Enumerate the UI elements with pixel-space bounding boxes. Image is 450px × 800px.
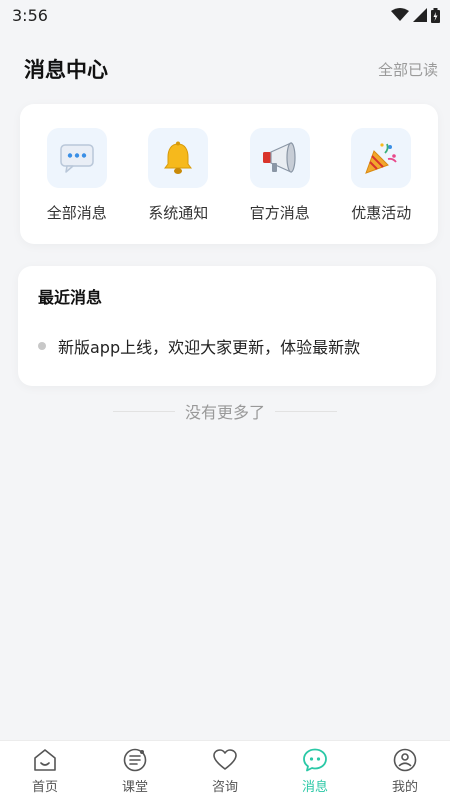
- no-more-indicator: 没有更多了: [0, 398, 450, 424]
- tab-label: 我的: [391, 779, 418, 795]
- tab-label: 首页: [31, 779, 58, 795]
- heart-icon: [212, 747, 238, 773]
- recent-message-text: 新版app上线，欢迎大家更新，体验最新款: [58, 338, 361, 357]
- category-official-messages[interactable]: 官方消息: [235, 128, 325, 223]
- no-more-text: 没有更多了: [184, 403, 265, 422]
- message-category-card: 全部消息 系统通知 官方消息 优惠活动: [20, 104, 438, 244]
- status-icons: [391, 7, 440, 23]
- category-system-notice[interactable]: 系统通知: [133, 128, 223, 223]
- unread-dot: [38, 342, 46, 350]
- divider: [112, 410, 175, 412]
- message-icon: [302, 747, 328, 773]
- category-icon-tile: [148, 128, 209, 188]
- status-time: 3:56: [12, 5, 48, 25]
- battery-icon: [431, 7, 440, 23]
- classroom-icon: [122, 747, 148, 773]
- tab-classroom[interactable]: 课堂: [95, 747, 175, 795]
- megaphone-icon: [262, 142, 296, 173]
- recent-messages-title: 最近消息: [38, 288, 103, 307]
- wifi-icon: [391, 8, 409, 21]
- category-icon-tile: [46, 128, 107, 188]
- chat-bubble-icon: [60, 144, 94, 173]
- page-title: 消息中心: [24, 58, 108, 82]
- tab-messages[interactable]: 消息: [275, 747, 355, 795]
- tab-consult[interactable]: 咨询: [185, 747, 265, 795]
- tab-profile[interactable]: 我的: [365, 747, 445, 795]
- signal-icon: [413, 8, 427, 22]
- divider: [275, 410, 337, 412]
- category-label: 优惠活动: [351, 204, 412, 222]
- category-icon-tile: [249, 128, 310, 188]
- tab-label: 课堂: [121, 779, 148, 795]
- bottom-tab-bar: 首页 课堂 咨询 消息 我的: [0, 740, 450, 800]
- home-icon: [32, 747, 58, 773]
- tab-home[interactable]: 首页: [5, 747, 85, 795]
- list-item[interactable]: 新版app上线，欢迎大家更新，体验最新款: [38, 334, 416, 358]
- profile-icon: [392, 747, 418, 773]
- category-label: 官方消息: [249, 204, 310, 222]
- category-all-messages[interactable]: 全部消息: [32, 128, 122, 223]
- category-promotions[interactable]: 优惠活动: [336, 128, 426, 223]
- mark-all-read-button[interactable]: 全部已读: [378, 59, 438, 80]
- header: 消息中心 全部已读: [0, 44, 450, 94]
- party-popper-icon: [365, 143, 397, 174]
- tab-label: 咨询: [211, 779, 238, 795]
- tab-label: 消息: [301, 779, 328, 795]
- category-label: 全部消息: [46, 204, 107, 222]
- category-label: 系统通知: [148, 204, 209, 222]
- recent-messages-card: 最近消息 新版app上线，欢迎大家更新，体验最新款: [18, 266, 436, 386]
- status-bar: 3:56: [0, 0, 450, 30]
- category-icon-tile: [351, 128, 412, 188]
- bell-icon: [164, 141, 193, 174]
